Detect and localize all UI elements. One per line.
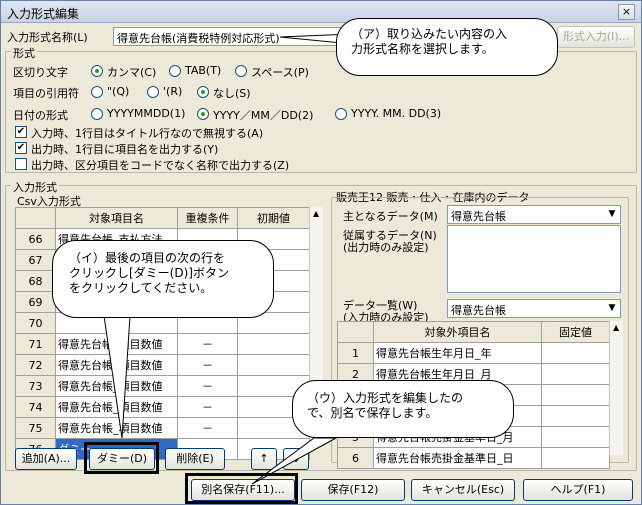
callout-i-line2: クリックし[ダミー(D)]ボタン xyxy=(69,266,229,280)
callout-u-line1: （ウ）入力形式を編集したの xyxy=(307,391,464,405)
callout-i-line3: をクリックしてください。 xyxy=(69,281,213,295)
callout-u: （ウ）入力形式を編集したの で、別名で保存します。 xyxy=(292,380,514,438)
callout-a-line2: 力形式名称を選択します。 xyxy=(351,42,494,56)
callout-a-line1: （ア）取り込みたい内容の入 xyxy=(351,27,508,41)
dummy-button-highlight xyxy=(84,442,159,474)
callout-i-pointer xyxy=(103,315,131,439)
callout-i-line1: （イ）最後の項目の次の行を xyxy=(69,251,226,265)
callout-a: （ア）取り込みたい内容の入 力形式名称を選択します。 xyxy=(336,18,558,76)
callout-i: （イ）最後の項目の次の行を クリックし[ダミー(D)]ボタン をクリックしてくだ… xyxy=(52,240,274,318)
callout-u-line2: で、別名で保存します。 xyxy=(307,406,438,420)
save-as-button-highlight xyxy=(185,473,298,504)
